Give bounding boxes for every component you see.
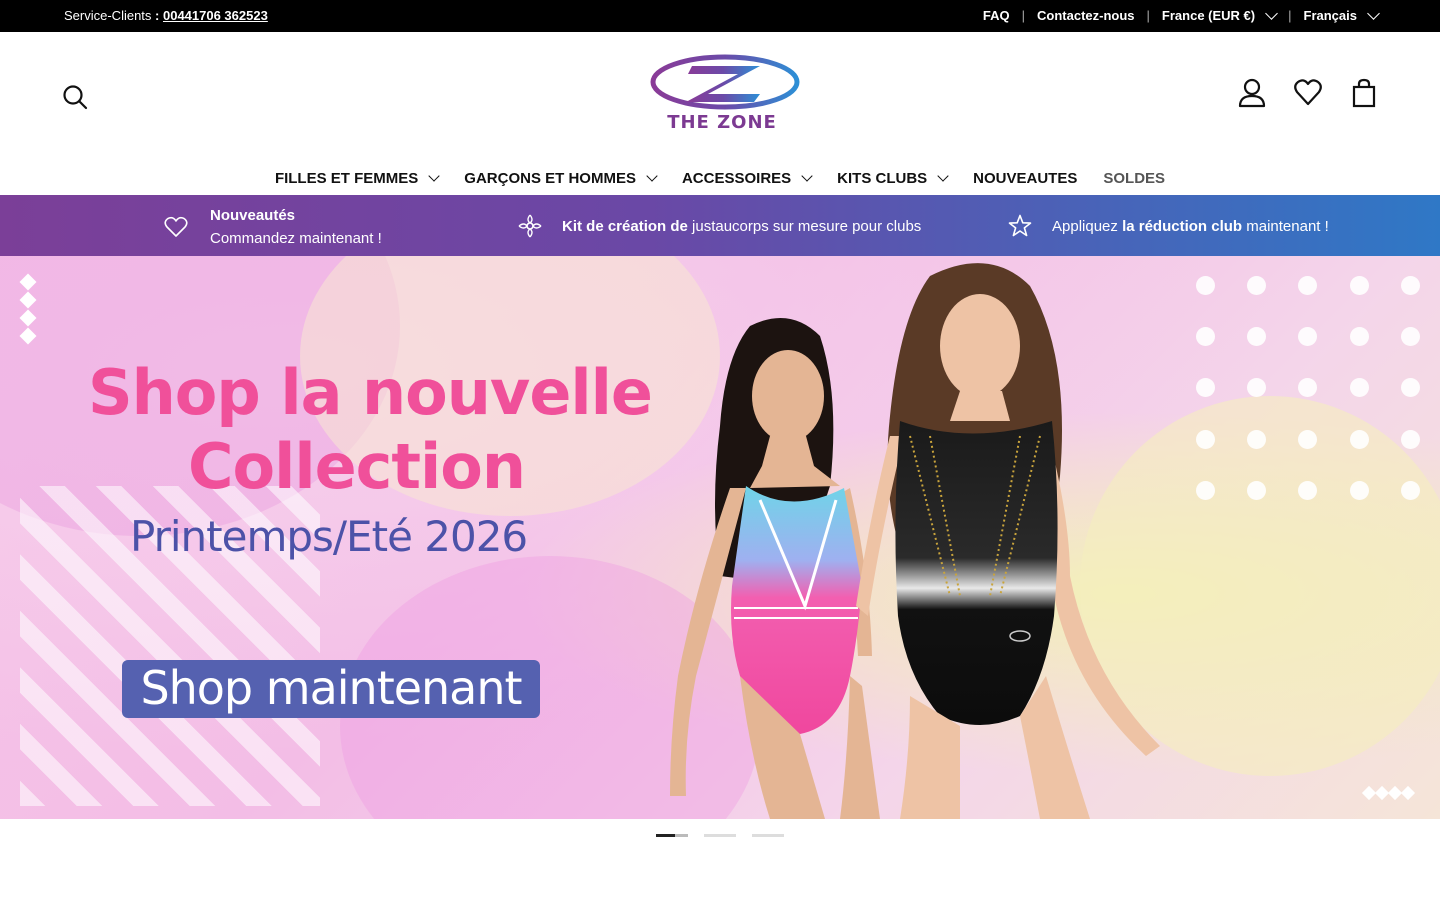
logo-text: THE ZONE [667,112,777,133]
top-bar: Service-Clients : 00441706 362523 FAQ | … [0,0,1440,32]
hero-subtitle: Printemps/Eté 2026 [130,512,528,561]
nav-item-girls-women[interactable]: FILLES ET FEMMES [274,162,440,194]
design-tool-icon [518,214,542,238]
divider: | [1288,8,1292,23]
promo-discount-pre: Appliquez [1052,217,1123,235]
nav-item-label: FILLES ET FEMMES [274,169,419,187]
nav-item-new[interactable]: NOUVEAUTES [973,162,1077,194]
search-icon[interactable] [62,84,88,115]
promo-new-subtitle: Commandez maintenant ! [210,230,382,247]
language-selector[interactable]: Français [1303,6,1380,23]
customer-service-label: Service-Clients [64,8,152,23]
hero-title-line1: Shop la nouvelle [88,356,653,429]
promo-discount-post: maintenant ! [1242,217,1329,235]
chevron-down-icon [937,169,949,182]
site-logo[interactable]: THE ZONE [648,54,804,136]
promo-banner: Nouveautés Commandez maintenant ! Kit de… [0,195,1440,256]
main-navigation: FILLES ET FEMMES GARÇONS ET HOMMES ACCES… [0,162,1440,194]
nav-item-label: NOUVEAUTES [973,169,1078,187]
slide-indicator[interactable] [656,834,688,837]
heart-outline-icon [164,215,188,239]
country-selector[interactable]: France (EUR €) [1161,6,1278,23]
slide-indicator[interactable] [752,834,784,837]
nav-item-club-kits[interactable]: KITS CLUBS [837,162,949,194]
chevron-down-icon [801,169,813,182]
hero-slide[interactable]: Shop la nouvelle Collection Printemps/Et… [0,256,1440,819]
account-icon[interactable] [1238,78,1266,108]
divider: | [1021,8,1026,23]
hero-title-line2: Collection [188,430,526,503]
promo-new-title: Nouveautés [210,207,296,224]
promo-discount-bold: la réduction club [1122,217,1243,235]
nav-item-sale[interactable]: SOLDES [1103,162,1165,194]
customer-service-phone-link[interactable]: 00441706 362523 [163,8,268,23]
customer-service-colon: : [151,8,163,23]
slide-indicator[interactable] [704,834,736,837]
promo-club-kit-text: justaucorps sur mesure pour clubs [687,217,922,235]
nav-item-boys-men[interactable]: GARÇONS ET HOMMES [464,162,658,194]
decorative-diamonds [1361,785,1416,801]
nav-item-label: SOLDES [1103,169,1166,187]
site-header: THE ZONE [0,32,1440,162]
decorative-diamonds [19,273,37,348]
promo-new-arrivals[interactable]: Nouveautés Commandez maintenant ! [164,204,382,250]
slider-pagination [656,834,784,837]
promo-club-discount[interactable]: Appliquez la réduction club maintenant ! [1008,214,1329,238]
shop-now-button[interactable]: Shop maintenant [122,660,540,718]
nav-item-label: KITS CLUBS [837,169,928,187]
star-outline-icon [1008,214,1032,238]
faq-link[interactable]: FAQ [983,8,1010,23]
customer-service: Service-Clients : 00441706 362523 [64,8,268,23]
promo-club-kit[interactable]: Kit de création de justaucorps sur mesur… [518,214,921,238]
nav-item-label: ACCESSOIRES [681,169,792,187]
header-actions [1238,78,1378,108]
wishlist-heart-icon[interactable] [1294,78,1322,108]
chevron-down-icon [428,169,440,182]
cart-bag-icon[interactable] [1350,78,1378,108]
divider: | [1146,8,1150,23]
chevron-down-icon [646,169,658,182]
top-links: FAQ | Contactez-nous | France (EUR €) | … [983,6,1380,23]
nav-item-accessories[interactable]: ACCESSOIRES [681,162,813,194]
decorative-dot-grid [1196,276,1436,516]
nav-item-label: GARÇONS ET HOMMES [464,169,636,187]
language-selector-label: Français [1303,8,1357,23]
logo-mark [650,54,800,110]
hero-models-image [670,263,1160,819]
promo-club-kit-bold: Kit de création de [562,217,688,235]
chevron-down-icon [1367,6,1380,20]
chevron-down-icon [1265,6,1278,20]
contact-link[interactable]: Contactez-nous [1037,8,1135,23]
country-selector-label: France (EUR €) [1161,8,1256,23]
